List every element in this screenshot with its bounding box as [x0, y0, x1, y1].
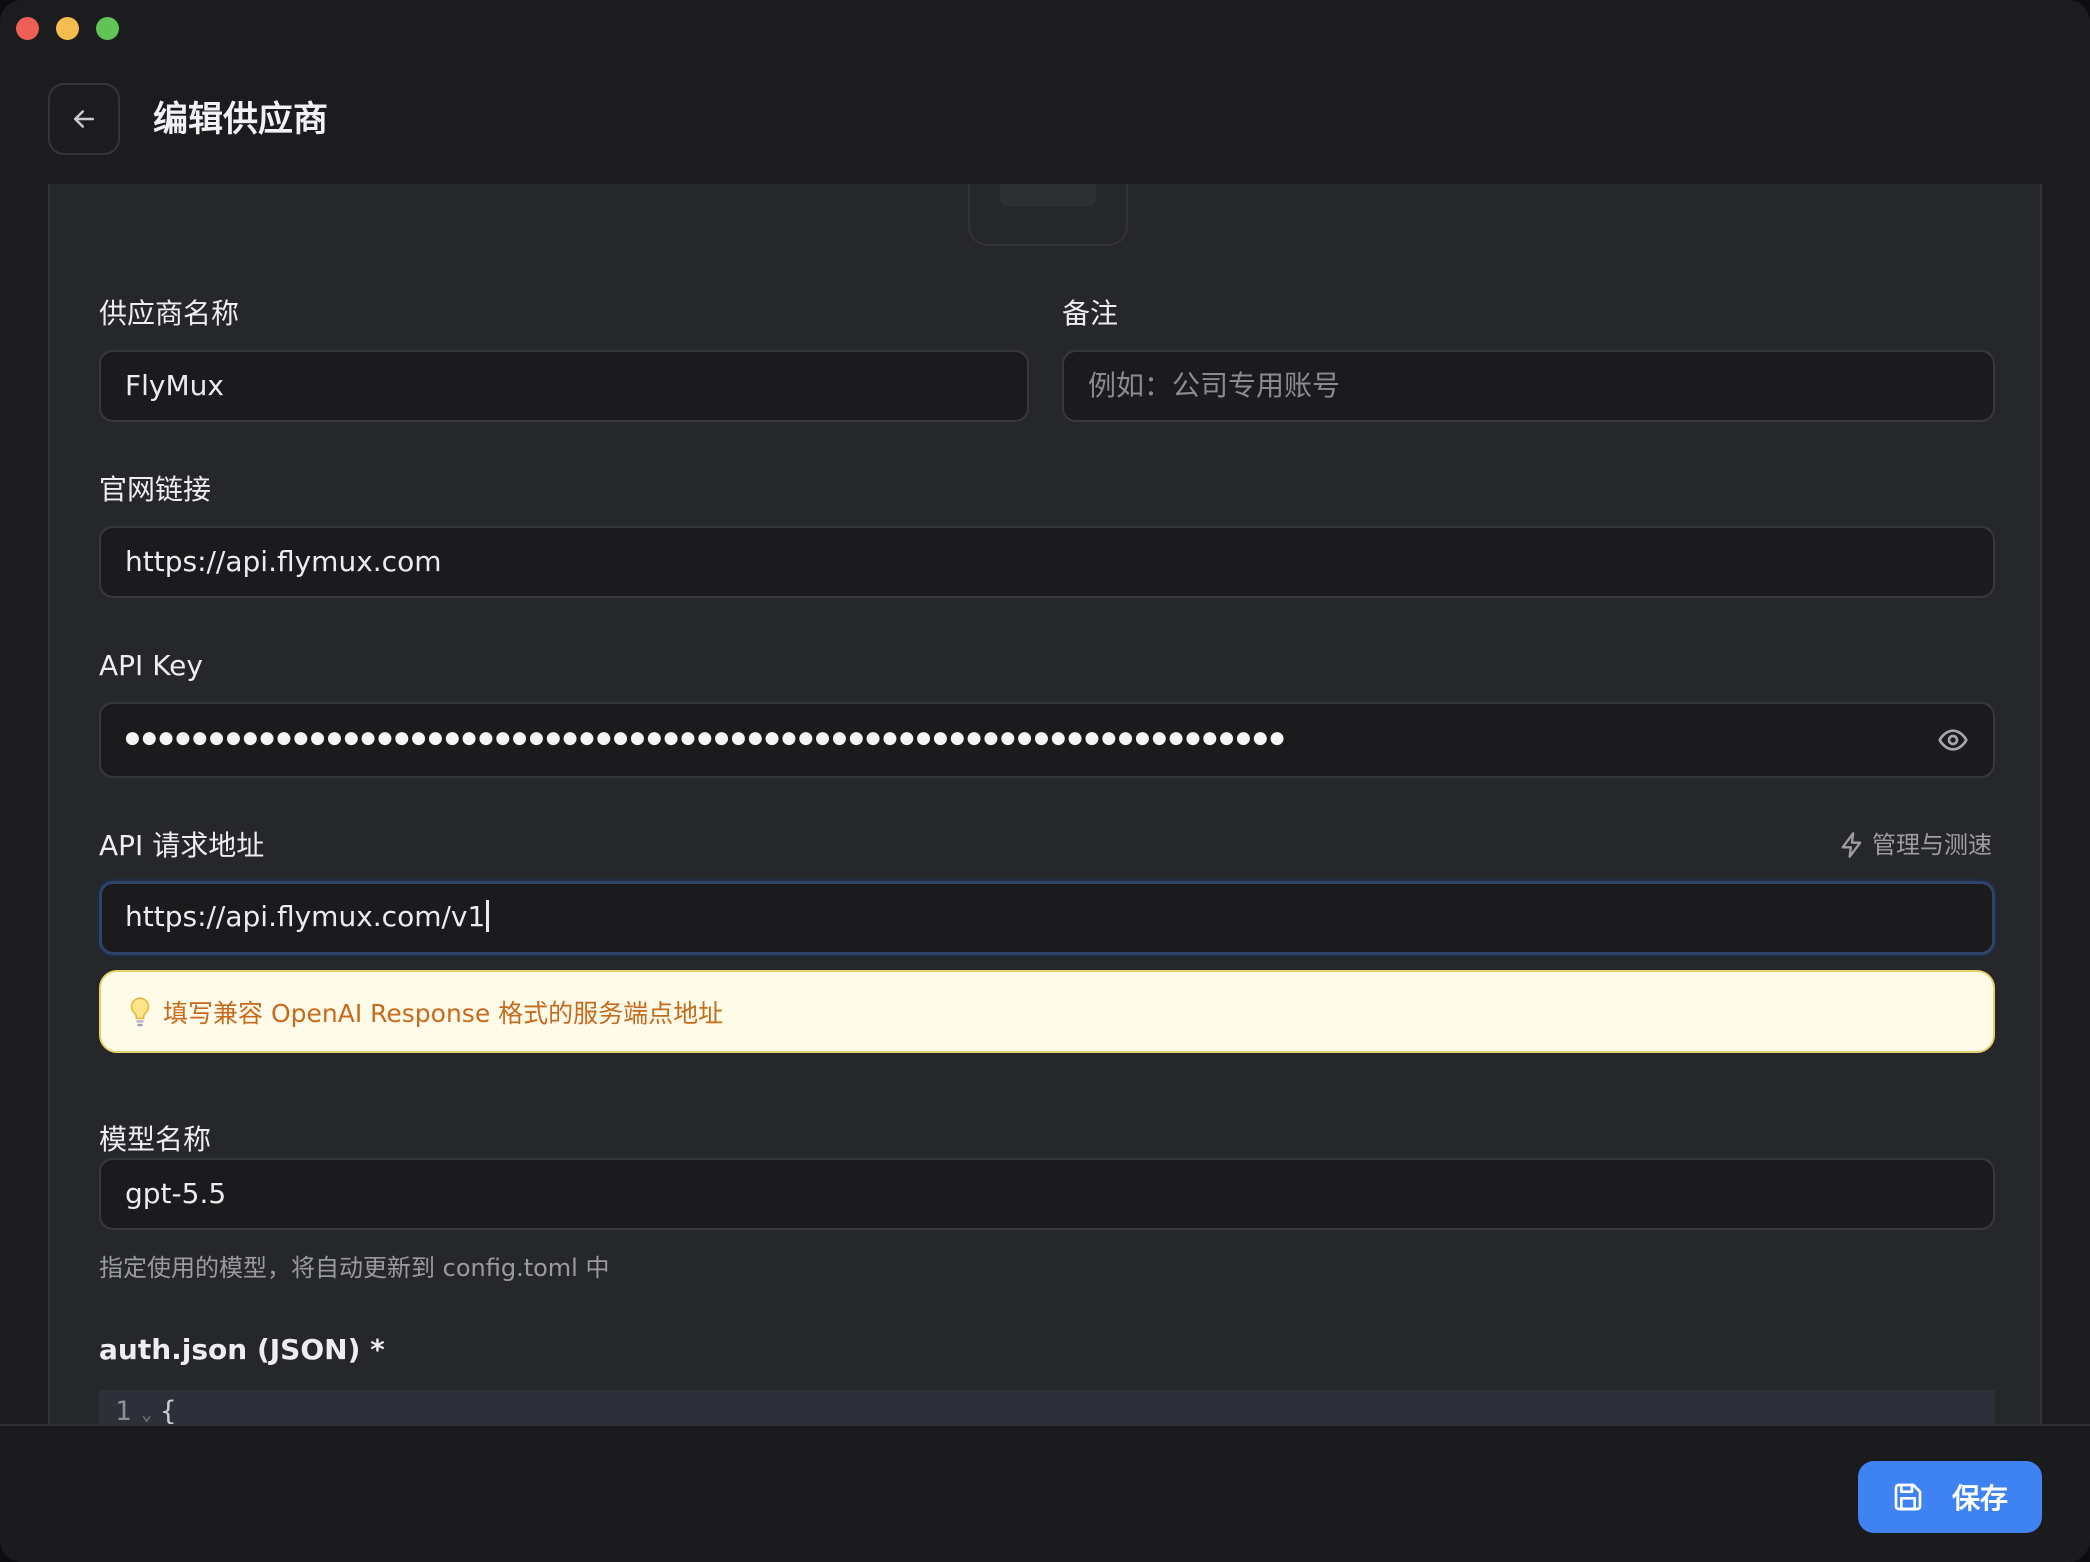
lightning-icon: [1841, 832, 1862, 858]
maximize-window-button[interactable]: [96, 17, 119, 40]
line-number: 1: [115, 1396, 132, 1424]
model-label: 模型名称: [99, 1123, 212, 1156]
api-url-label: API 请求地址: [99, 829, 265, 862]
back-button[interactable]: [48, 83, 120, 155]
arrow-left-icon: [74, 110, 94, 128]
provider-name-input[interactable]: FlyMux: [99, 350, 1029, 422]
lightbulb-icon: [130, 996, 150, 1026]
footer-bar: 保存: [0, 1424, 2090, 1562]
manage-speedtest-link[interactable]: 管理与测速: [1838, 829, 1992, 861]
save-icon: [1894, 1483, 1922, 1511]
window-controls: [16, 17, 119, 40]
text-caret: [486, 900, 490, 932]
api-key-label: API Key: [99, 649, 203, 682]
toggle-visibility-button[interactable]: [1933, 720, 1973, 760]
code-line-text: {: [160, 1396, 177, 1424]
provider-name-label: 供应商名称: [99, 297, 240, 330]
api-url-hint: 填写兼容 OpenAI Response 格式的服务端点地址: [99, 970, 1995, 1053]
fold-chevron-icon[interactable]: ⌄: [141, 1404, 152, 1424]
website-label: 官网链接: [99, 473, 212, 506]
api-url-value: https://api.flymux.com/v1: [125, 900, 486, 933]
page-title: 编辑供应商: [153, 100, 329, 140]
eye-icon: [1938, 729, 1968, 751]
note-label: 备注: [1062, 297, 1119, 330]
api-url-input[interactable]: https://api.flymux.com/v1: [99, 881, 1995, 955]
form-panel: 供应商名称 FlyMux 备注 例如：公司专用账号 官网链接 https://a…: [48, 184, 2042, 1424]
minimize-window-button[interactable]: [56, 17, 79, 40]
provider-icon-card[interactable]: [968, 184, 1128, 246]
manage-speedtest-label: 管理与测速: [1872, 831, 1992, 859]
api-url-hint-text: 填写兼容 OpenAI Response 格式的服务端点地址: [163, 998, 724, 1028]
api-key-masked-value: ●●●●●●●●●●●●●●●●●●●●●●●●●●●●●●●●●●●●●●●●…: [125, 728, 1285, 748]
save-button[interactable]: 保存: [1858, 1461, 2042, 1533]
auth-json-editor[interactable]: 1 ⌄ {: [99, 1390, 1995, 1424]
model-input[interactable]: gpt-5.5: [99, 1158, 1995, 1230]
api-key-input[interactable]: ●●●●●●●●●●●●●●●●●●●●●●●●●●●●●●●●●●●●●●●●…: [99, 702, 1995, 778]
app-window: 编辑供应商 供应商名称 FlyMux 备注 例如：公司专用账号 官网链接 htt…: [0, 0, 2090, 1562]
model-help-text: 指定使用的模型，将自动更新到 config.toml 中: [99, 1254, 610, 1282]
note-input[interactable]: 例如：公司专用账号: [1062, 350, 1995, 422]
close-window-button[interactable]: [16, 17, 39, 40]
save-button-label: 保存: [1951, 1482, 2008, 1515]
website-input[interactable]: https://api.flymux.com: [99, 526, 1995, 598]
auth-json-label: auth.json (JSON) *: [99, 1333, 385, 1366]
